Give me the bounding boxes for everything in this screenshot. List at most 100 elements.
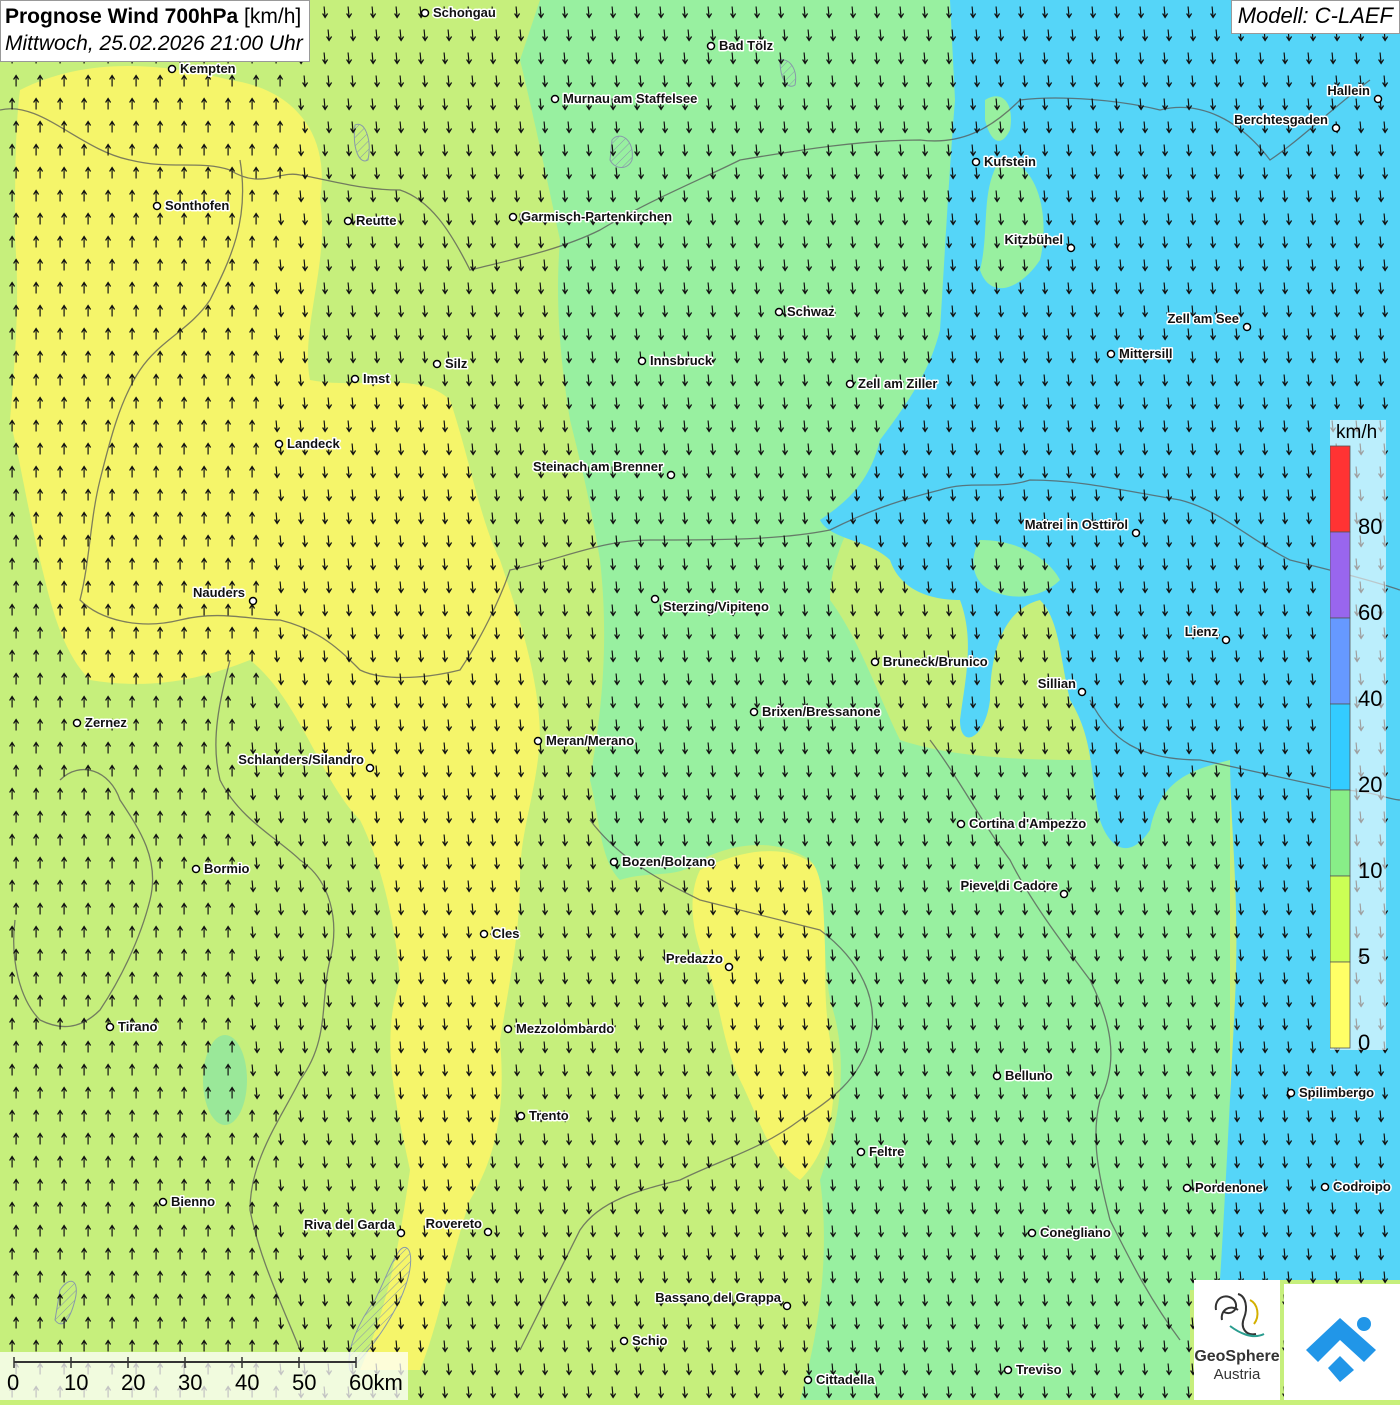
- city-marker: Meran/Merano: [533, 732, 636, 750]
- city-dot-icon: [845, 379, 855, 389]
- city-marker: Zell am Ziller: [845, 375, 939, 393]
- legend-value-label: 60: [1358, 600, 1383, 625]
- map-title-main: Prognose Wind 700hPa: [5, 5, 239, 28]
- city-dot-icon: [992, 1071, 1002, 1081]
- scale-label: 50: [292, 1370, 317, 1395]
- scale-label: 40: [235, 1370, 260, 1395]
- city-dot-icon: [619, 1336, 629, 1346]
- city-label: Kufstein: [984, 154, 1036, 169]
- city-label: Reutte: [356, 213, 396, 228]
- legend-value-label: 80: [1358, 514, 1383, 539]
- legend-color-swatch: [1330, 789, 1351, 877]
- city-label: Codroipo: [1333, 1179, 1391, 1194]
- city-dot-icon: [1331, 123, 1341, 133]
- city-dot-icon: [1059, 889, 1069, 899]
- city-dot-icon: [1131, 528, 1141, 538]
- city-marker: Bruneck/Brunico: [870, 653, 989, 671]
- geosphere-country: Austria: [1213, 1366, 1261, 1383]
- forecast-datetime: Mittwoch, 25.02.2026 21:00 Uhr: [5, 32, 303, 55]
- city-dot-icon: [706, 41, 716, 51]
- city-dot-icon: [774, 307, 784, 317]
- city-label: Treviso: [1016, 1362, 1062, 1377]
- city-label: Berchtesgaden: [1234, 112, 1328, 127]
- city-dot-icon: [1066, 243, 1076, 253]
- city-dot-icon: [637, 356, 647, 366]
- city-dot-icon: [152, 201, 162, 211]
- city-dot-icon: [782, 1301, 792, 1311]
- city-marker: Sterzing/Vipiteno: [650, 594, 770, 616]
- city-label: Zell am Ziller: [858, 376, 937, 391]
- city-dot-icon: [1286, 1088, 1296, 1098]
- city-label: Mittersill: [1119, 346, 1172, 361]
- city-marker: Innsbruck: [637, 352, 714, 370]
- city-label: Murnau am Staffelsee: [563, 91, 697, 106]
- city-dot-icon: [508, 212, 518, 222]
- city-label: Hallein: [1327, 83, 1370, 98]
- city-dot-icon: [105, 1022, 115, 1032]
- city-dot-icon: [1027, 1228, 1037, 1238]
- city-dot-icon: [1320, 1182, 1330, 1192]
- city-dot-icon: [167, 64, 177, 74]
- scale-label: 10: [64, 1370, 89, 1395]
- city-marker: Spilimbergo: [1286, 1084, 1376, 1102]
- legend-color-swatch: [1330, 617, 1351, 705]
- scale-label: 60km: [349, 1370, 403, 1395]
- city-dot-icon: [483, 1227, 493, 1237]
- city-dot-icon: [191, 864, 201, 874]
- city-dot-icon: [479, 929, 489, 939]
- city-dot-icon: [1242, 322, 1252, 332]
- scale-label: 0: [7, 1370, 20, 1395]
- city-label: Lienz: [1185, 624, 1219, 639]
- city-label: Zernez: [85, 715, 127, 730]
- city-dot-icon: [420, 8, 430, 18]
- city-label: Zell am See: [1167, 311, 1239, 326]
- city-label: Predazzo: [666, 951, 723, 966]
- scale-label: 30: [178, 1370, 203, 1395]
- geosphere-name: GeoSphere: [1194, 1348, 1280, 1365]
- city-label: Sillian: [1038, 676, 1076, 691]
- city-label: Bruneck/Brunico: [883, 654, 988, 669]
- city-marker: Cortina d'Ampezzo: [956, 815, 1088, 833]
- legend-color-swatch: [1330, 875, 1351, 963]
- city-label: Pordenone: [1195, 1180, 1263, 1195]
- city-label: Cittadella: [816, 1372, 875, 1387]
- city-label: Innsbruck: [650, 353, 713, 368]
- city-dot-icon: [856, 1147, 866, 1157]
- city-label: Schongau: [433, 5, 496, 20]
- city-dot-icon: [550, 94, 560, 104]
- city-marker: Brixen/Bressanone: [749, 703, 882, 721]
- geosphere-emblem-icon: [1214, 1293, 1265, 1338]
- city-dot-icon: [72, 718, 82, 728]
- city-dot-icon: [724, 962, 734, 972]
- city-marker: Mezzolombardo: [503, 1020, 616, 1038]
- city-label: Landeck: [287, 436, 341, 451]
- color-legend: km/h 80 60 40 20 10 5 0: [1330, 420, 1386, 1055]
- city-dot-icon: [365, 763, 375, 773]
- legend-value-label: 0: [1358, 1030, 1371, 1055]
- city-dot-icon: [803, 1375, 813, 1385]
- map-title-unit: [km/h]: [244, 5, 302, 28]
- city-dot-icon: [343, 216, 353, 226]
- city-label: Imst: [363, 371, 390, 386]
- city-label: Meran/Merano: [546, 733, 634, 748]
- city-dot-icon: [248, 596, 258, 606]
- city-label: Schwaz: [787, 304, 835, 319]
- city-label: Belluno: [1005, 1068, 1053, 1083]
- model-label: Modell: C-LAEF: [1230, 0, 1400, 34]
- city-label: Silz: [445, 356, 468, 371]
- city-marker: Cittadella: [803, 1371, 877, 1389]
- city-label: Kempten: [180, 61, 236, 76]
- city-dot-icon: [1077, 687, 1087, 697]
- app-logo-icon: [1306, 1317, 1376, 1382]
- scale-bar: 0 10 20 30 40 50 60km: [0, 1352, 408, 1400]
- legend-value-label: 10: [1358, 858, 1383, 883]
- city-dot-icon: [274, 439, 284, 449]
- city-label: Schlanders/Silandro: [238, 752, 364, 767]
- wind-map: Schongau Bad Tölz Kempten Hallein Murnau am …: [0, 0, 1400, 1400]
- city-marker: Conegliano: [1027, 1224, 1112, 1242]
- city-label: Rovereto: [426, 1216, 482, 1231]
- city-label: Brixen/Bressanone: [762, 704, 881, 719]
- city-label: Trento: [529, 1108, 569, 1123]
- geosphere-logo: GeoSphere Austria: [1194, 1280, 1280, 1400]
- city-label: Kitzbühel: [1005, 232, 1064, 247]
